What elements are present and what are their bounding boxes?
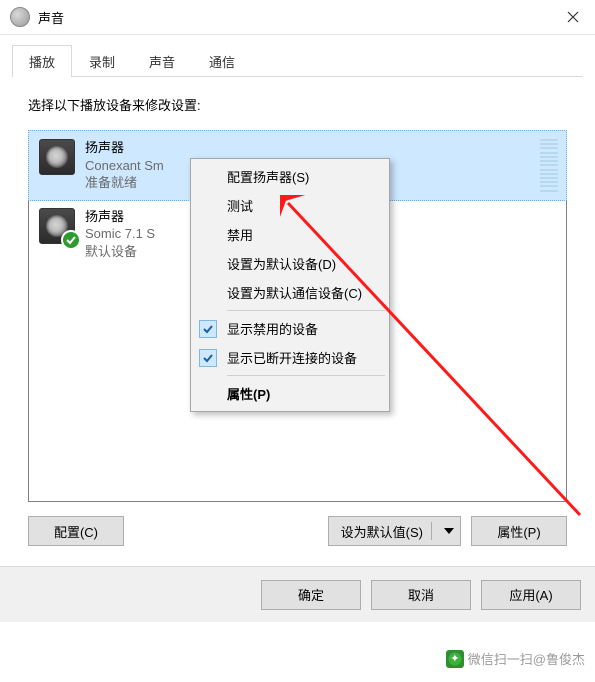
- tab-playback[interactable]: 播放: [12, 45, 72, 77]
- menu-configure-speaker[interactable]: 配置扬声器(S): [193, 162, 387, 191]
- tab-recording[interactable]: 录制: [72, 45, 132, 77]
- check-icon: [199, 349, 217, 367]
- menu-separator: [227, 310, 385, 311]
- spacer: [134, 516, 318, 546]
- device-status: 准备就绪: [85, 174, 164, 192]
- menu-set-default-comm[interactable]: 设置为默认通信设备(C): [193, 278, 387, 307]
- set-default-button[interactable]: 设为默认值(S): [328, 516, 461, 546]
- menu-test[interactable]: 测试: [193, 191, 387, 220]
- window-icon: [10, 7, 30, 27]
- menu-disable[interactable]: 禁用: [193, 220, 387, 249]
- set-default-label: 设为默认值(S): [341, 522, 423, 541]
- menu-show-disconnected-label: 显示已断开连接的设备: [227, 351, 357, 366]
- device-status: 默认设备: [85, 243, 155, 261]
- tab-sounds[interactable]: 声音: [132, 45, 192, 77]
- menu-set-default-device[interactable]: 设置为默认设备(D): [193, 249, 387, 278]
- dialog-action-bar: 确定 取消 应用(A): [0, 566, 595, 622]
- tab-strip: 播放 录制 声音 通信: [12, 45, 583, 77]
- menu-show-disabled[interactable]: 显示禁用的设备: [193, 314, 387, 343]
- device-icon-wrap: [39, 139, 75, 175]
- device-texts: 扬声器 Conexant Sm 准备就绪: [85, 139, 164, 192]
- menu-properties[interactable]: 属性(P): [193, 379, 387, 408]
- device-subname: Conexant Sm: [85, 157, 164, 175]
- device-texts: 扬声器 Somic 7.1 S 默认设备: [85, 208, 155, 261]
- context-menu: 配置扬声器(S) 测试 禁用 设置为默认设备(D) 设置为默认通信设备(C) 显…: [190, 158, 390, 412]
- tab-communications[interactable]: 通信: [192, 45, 252, 77]
- menu-separator: [227, 375, 385, 376]
- dropdown-divider: [431, 522, 432, 540]
- level-meter: [540, 139, 558, 192]
- instruction-text: 选择以下播放设备来修改设置:: [28, 95, 567, 114]
- watermark: ✦ 微信扫一扫@鲁俊杰: [446, 649, 585, 668]
- close-button[interactable]: [550, 0, 595, 34]
- chevron-down-icon: [444, 528, 454, 534]
- watermark-text: 微信扫一扫@鲁俊杰: [468, 649, 585, 668]
- device-name: 扬声器: [85, 208, 155, 226]
- apply-button[interactable]: 应用(A): [481, 580, 581, 610]
- menu-show-disconnected[interactable]: 显示已断开连接的设备: [193, 343, 387, 372]
- configure-button[interactable]: 配置(C): [28, 516, 124, 546]
- device-icon-wrap: [39, 208, 75, 244]
- device-name: 扬声器: [85, 139, 164, 157]
- default-check-icon: [61, 230, 81, 250]
- properties-button[interactable]: 属性(P): [471, 516, 567, 546]
- wechat-icon: ✦: [446, 650, 464, 668]
- window-title: 声音: [38, 8, 550, 27]
- ok-button[interactable]: 确定: [261, 580, 361, 610]
- device-subname: Somic 7.1 S: [85, 225, 155, 243]
- menu-show-disabled-label: 显示禁用的设备: [227, 322, 318, 337]
- titlebar: 声音: [0, 0, 595, 35]
- panel-button-row: 配置(C) 设为默认值(S) 属性(P): [28, 516, 567, 546]
- cancel-button[interactable]: 取消: [371, 580, 471, 610]
- speaker-icon: [39, 139, 75, 175]
- check-icon: [199, 320, 217, 338]
